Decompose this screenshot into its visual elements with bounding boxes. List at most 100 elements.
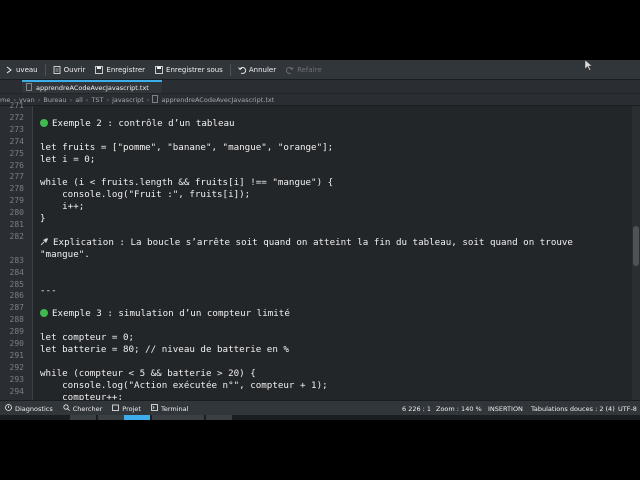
- project-button[interactable]: Projet: [107, 404, 146, 413]
- breadcrumb-item[interactable]: Bureau: [43, 96, 66, 104]
- taskbar-strip: [0, 415, 640, 420]
- breadcrumb: me › yvan › Bureau › all › TST › javascr…: [0, 94, 640, 106]
- green-circle-icon: [40, 118, 48, 127]
- project-icon: [112, 404, 120, 413]
- save-as-icon: [155, 65, 163, 74]
- zoom-level[interactable]: Zoom : 140 %: [436, 405, 482, 413]
- editor-area[interactable]: 271 272 273 274 275 276 277 278 279 280 281 282 283 2…: [0, 101, 632, 403]
- line-number: 277: [9, 172, 24, 182]
- code-line: Exemple 2 : contrôle d’un tableau: [40, 118, 235, 130]
- taskbar-item[interactable]: [152, 415, 178, 420]
- breadcrumb-item[interactable]: TST: [91, 96, 103, 104]
- diagnostics-label: Diagnostics: [15, 404, 53, 413]
- line-number: 279: [9, 196, 24, 206]
- breadcrumb-separator: ›: [69, 95, 73, 104]
- code-line: i++;: [40, 201, 85, 213]
- text-file-icon: [152, 94, 159, 105]
- line-number: 291: [9, 350, 24, 360]
- redo-label: Refaire: [297, 65, 322, 74]
- line-number: 284: [9, 267, 24, 277]
- undo-label: Annuler: [248, 65, 277, 74]
- toolbar-separator: [229, 63, 231, 76]
- line-number: 282: [9, 231, 24, 241]
- text-file-icon: [26, 82, 32, 93]
- code-line: let compteur = 0;: [40, 332, 135, 344]
- redo-icon: [286, 66, 294, 74]
- line-number: 294: [9, 386, 24, 396]
- project-label: Projet: [122, 404, 141, 413]
- cursor-position[interactable]: 6 226 : 1: [402, 405, 431, 413]
- code-line: while (i < fruits.length && fruits[i] !=…: [40, 177, 334, 189]
- line-number: 280: [9, 208, 24, 218]
- line-number: 290: [9, 339, 24, 348]
- line-number: 272: [9, 112, 24, 122]
- cursor-position-text: 6 226 : 1: [402, 404, 432, 413]
- line-number: [0, 243, 24, 255]
- kate-window: uveau Ouvrir Enregistrer Enregistrer sou…: [0, 60, 640, 420]
- tab-document[interactable]: apprendreACodeAvecJavascript.txt: [22, 80, 162, 93]
- breadcrumb-item[interactable]: javascript: [112, 96, 144, 104]
- code-line: console.log("Fruit :", fruits[i]);: [40, 189, 251, 201]
- mouse-pointer-icon: [584, 60, 593, 74]
- code-line: let i = 0;: [40, 153, 96, 165]
- zoom-level-text: Zoom : 140 %: [436, 404, 482, 413]
- new-label: uveau: [16, 65, 38, 74]
- open-file-icon: [53, 65, 61, 74]
- taskbar-item-active[interactable]: [124, 415, 150, 420]
- main-toolbar: uveau Ouvrir Enregistrer Enregistrer sou…: [0, 60, 640, 80]
- open-label: Ouvrir: [63, 65, 86, 74]
- breadcrumb-separator: ›: [37, 95, 41, 104]
- encoding-setting[interactable]: UTF-8: [618, 405, 637, 413]
- line-number: 274: [9, 136, 24, 146]
- line-number: 292: [9, 362, 24, 372]
- line-number: 278: [9, 184, 24, 194]
- breadcrumb-item[interactable]: all: [75, 96, 83, 104]
- code-line-text: Exemple 2 : contrôle d’un tableau: [52, 117, 235, 129]
- input-mode-text: INSERTION: [488, 404, 523, 413]
- new-button[interactable]: uveau: [0, 60, 43, 79]
- search-label: Chercher: [72, 404, 103, 413]
- line-number: 287: [9, 303, 24, 313]
- save-as-button[interactable]: Enregistrer sous: [150, 60, 228, 79]
- indentation-setting[interactable]: Tabulations douces : 2 (4): [531, 405, 615, 413]
- terminal-label: Terminal: [160, 404, 189, 413]
- save-label: Enregistrer: [106, 65, 146, 74]
- input-mode[interactable]: INSERTION: [488, 405, 523, 413]
- taskbar-item[interactable]: [178, 415, 204, 420]
- breadcrumb-separator: ›: [85, 95, 89, 104]
- line-number: 283: [9, 255, 24, 265]
- diagnostics-button[interactable]: Diagnostics: [0, 404, 58, 413]
- line-number: 273: [9, 124, 24, 134]
- vertical-scrollbar[interactable]: [632, 106, 640, 400]
- taskbar-item[interactable]: [70, 415, 96, 420]
- taskbar-item[interactable]: [98, 415, 124, 420]
- code-line: ---: [40, 284, 57, 296]
- code-line-text: Explication : La boucle s’arrête soit qu…: [40, 236, 573, 260]
- breadcrumb-separator: ›: [146, 95, 150, 104]
- tab-label: apprendreACodeAvecJavascript.txt: [36, 83, 149, 92]
- code-view[interactable]: Exemple 2 : contrôle d’un tableau let fr…: [40, 106, 630, 403]
- code-line: Explication : La boucle s’arrête soit qu…: [40, 237, 615, 260]
- open-button[interactable]: Ouvrir: [48, 60, 91, 79]
- redo-button[interactable]: Refaire: [281, 60, 327, 79]
- save-button[interactable]: Enregistrer: [90, 60, 150, 79]
- scrollbar-thumb[interactable]: [633, 226, 639, 266]
- line-number: 275: [9, 148, 24, 158]
- line-number: 281: [9, 220, 24, 229]
- line-number: 276: [9, 160, 24, 170]
- indentation-text: Tabulations douces : 2 (4): [531, 404, 615, 413]
- undo-button[interactable]: Annuler: [233, 60, 281, 79]
- search-button[interactable]: Chercher: [58, 404, 108, 413]
- breadcrumb-item[interactable]: apprendreACodeAvecJavascript.txt: [161, 96, 274, 104]
- taskbar-item[interactable]: [206, 415, 232, 420]
- toolbar-separator: [44, 63, 46, 76]
- pushpin-icon: [40, 237, 49, 246]
- code-line-text: Exemple 3 : simulation d’un compteur lim…: [52, 308, 290, 320]
- search-icon: [63, 404, 70, 413]
- green-circle-icon: [40, 309, 48, 318]
- chevron-icon: [5, 66, 13, 74]
- line-number: 271: [9, 101, 24, 110]
- code-line: console.log("Action exécutée n°", compte…: [40, 379, 328, 391]
- line-number: 285: [9, 279, 24, 289]
- terminal-button[interactable]: Terminal: [146, 404, 193, 413]
